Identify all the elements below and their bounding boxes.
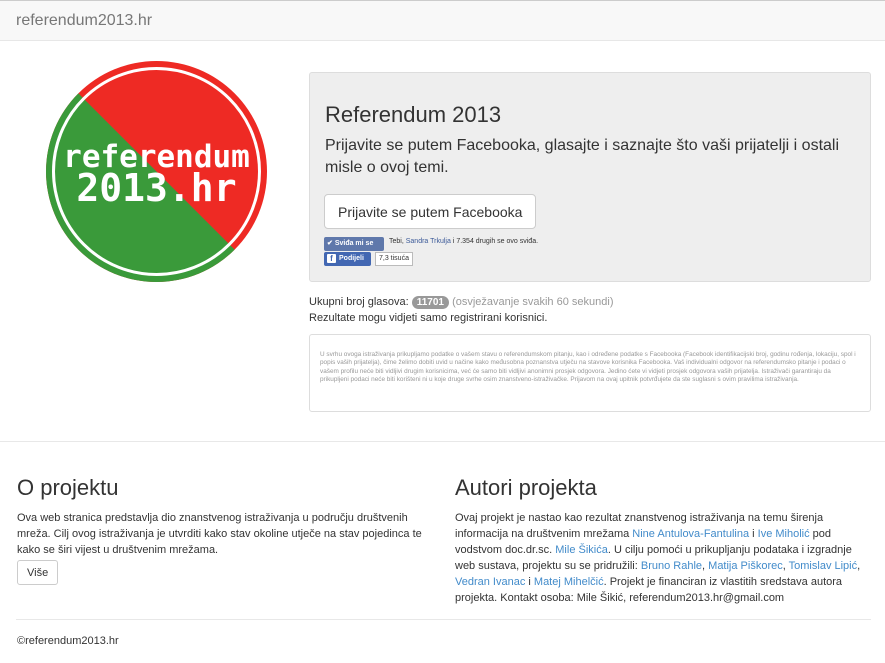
privacy-disclaimer: U svrhu ovoga istraživanja prikupljamo p… (309, 334, 871, 412)
footer-divider (16, 619, 871, 620)
facebook-login-button[interactable]: Prijavite se putem Facebooka (324, 194, 537, 229)
about-title: O projektu (17, 475, 119, 500)
about-text: Ova web stranica predstavlja dio znanstv… (17, 512, 422, 556)
navbar-brand[interactable]: referendum2013.hr (16, 12, 152, 30)
login-panel: Referendum 2013 Prijavite se putem Faceb… (309, 72, 871, 282)
authors-text: Ovaj projekt je nastao kao rezultat znan… (455, 512, 861, 604)
navbar: referendum2013.hr (0, 0, 885, 41)
author-link[interactable]: Vedran Ivanac (455, 576, 525, 588)
author-link[interactable]: Matej Mihelčić (534, 576, 604, 588)
author-link[interactable]: Ive Miholić (758, 528, 810, 540)
like-summary: Tebi, Sandra Trkulja i 7.354 drugih se o… (389, 238, 539, 245)
about-section: O projektu Ova web stranica predstavlja … (17, 475, 437, 585)
facebook-like-button[interactable]: ✔ Sviđa mi se (324, 237, 384, 251)
panel-title: Referendum 2013 (325, 102, 502, 127)
share-count: 7,3 tisuća (375, 252, 413, 266)
referendum-logo: referendum 2013.hr (46, 61, 267, 282)
facebook-icon: f (327, 254, 336, 263)
author-link[interactable]: Nine Antulova-Fantulina (632, 528, 749, 540)
more-button[interactable]: Više (17, 560, 59, 585)
refresh-note: (osvježavanje svakih 60 sekundi) (452, 296, 614, 308)
author-link[interactable]: Mile Šikića (555, 544, 608, 556)
author-link[interactable]: Bruno Rahle (641, 560, 702, 572)
vote-count-badge: 11701 (411, 296, 449, 309)
like-friend-link[interactable]: Sandra Trkulja (406, 238, 451, 245)
facebook-share-button[interactable]: f Podijeli (324, 252, 371, 266)
author-link[interactable]: Matija Piškorec (708, 560, 783, 572)
author-link[interactable]: Tomislav Lipić (789, 560, 857, 572)
logo-text-line2: 2013.hr (76, 166, 236, 210)
like-label: Sviđa mi se (334, 240, 374, 247)
panel-lead: Prijavite se putem Facebooka, glasajte i… (325, 137, 840, 176)
vote-count-label: Ukupni broj glasova: (309, 296, 409, 308)
authors-section: Autori projekta Ovaj projekt je nastao k… (455, 475, 871, 606)
vote-count-line: Ukupni broj glasova: 11701 (osvježavanje… (309, 296, 613, 309)
authors-title: Autori projekta (455, 475, 597, 500)
section-divider (0, 441, 885, 442)
footer-copyright: ©referendum2013.hr (17, 635, 119, 647)
results-note: Rezultate mogu vidjeti samo registrirani… (309, 312, 548, 324)
